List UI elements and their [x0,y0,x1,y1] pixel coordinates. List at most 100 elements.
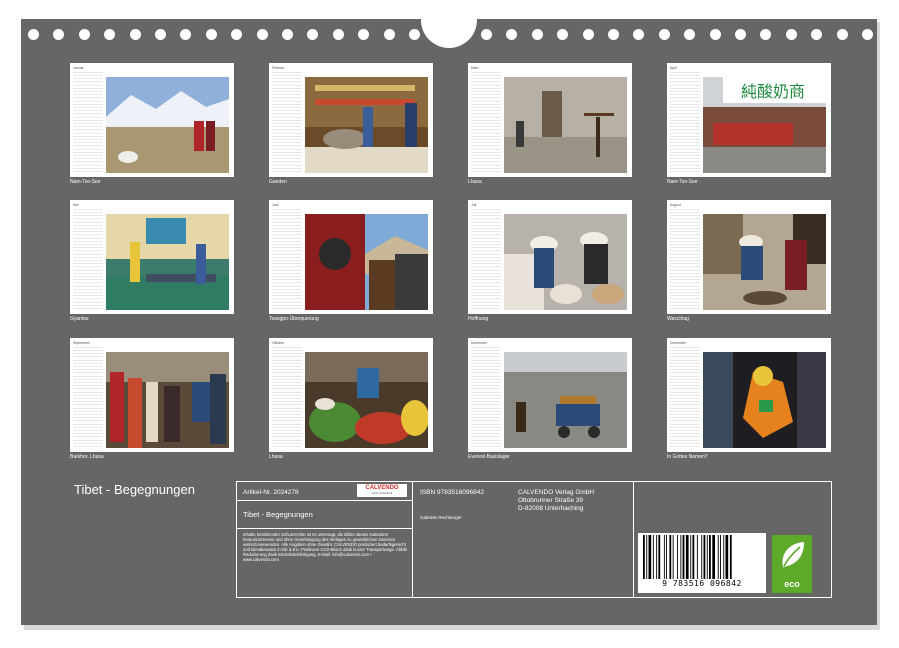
month-name: September [73,341,91,345]
month-photo [305,214,428,310]
month-caption: Waschtag [667,316,690,322]
publisher-name: CALVENDO Verlag GmbH [518,489,595,496]
day-lines [471,72,501,172]
month-name: Juli [471,203,477,207]
month-caption: Lhasa [468,179,482,185]
binding-hole [608,29,619,40]
month-name: Januar [73,66,84,70]
svg-text:純酸奶商: 純酸奶商 [741,82,805,101]
month-photo [504,77,627,173]
binding-hole [180,29,192,40]
info-divider-1 [236,500,413,501]
binding-hole [78,29,90,40]
month-caption: In Gottes Namen? [667,454,708,460]
month-name: August [670,203,681,207]
month-name: Dezember [670,341,687,345]
month-page: Juli [468,200,632,314]
calvendo-logo: CALVENDO Jetzt individuell [357,484,407,497]
month-page: Dezember [667,338,831,452]
month-name: März [471,66,479,70]
month-photo: 純酸奶商 [703,77,826,173]
month-photo [504,214,627,310]
publisher-street: Ottobrunner Straße 39 [518,497,584,504]
binding-hole [282,29,293,40]
month-caption: Ganden [269,179,287,185]
month-caption: Hoffnung [468,316,489,322]
binding-hole [332,29,344,40]
binding-hole [53,29,65,40]
month-photo [106,77,229,173]
binding-hole [155,29,166,40]
binding-hole [506,29,518,40]
barcode: 9 783516 096842 [638,533,766,593]
day-lines [272,72,302,172]
article-number: Artikel-Nr. 2024278 [243,489,299,496]
binding-hole [231,29,243,40]
month-page: August [667,200,831,314]
day-lines [670,347,700,447]
author: Gabriele Rechberger [420,515,462,520]
month-caption: Nam-Tso-See [667,179,698,185]
binding-hole [862,29,873,40]
month-photo [106,214,229,310]
month-page: April 純酸奶商 [667,63,831,177]
day-lines [670,209,700,309]
month-name: April [670,66,678,70]
binding-hole [256,29,268,40]
binding-hole [531,29,543,40]
month-caption: Nam-Tso-See [70,179,101,185]
month-name: Oktober [272,341,285,345]
binding-hole [836,29,848,40]
binding-hole [481,29,492,40]
publisher-city: D-82008 Unterhaching [518,505,584,512]
month-page: Februar [269,63,433,177]
month-page: Januar [70,63,234,177]
eco-label: eco [784,579,800,589]
binding-hole [104,29,116,40]
day-lines [471,209,501,309]
binding-hole [633,29,645,40]
month-name: Juni [272,203,279,207]
month-photo [703,214,826,310]
month-page: November [468,338,632,452]
month-caption: Tsangpo-Überquerung [269,316,319,322]
calendar-title: Tibet - Begegnungen [74,482,195,497]
leaf-icon [782,542,804,567]
day-lines [272,209,302,309]
month-photo [703,352,826,448]
month-name: Februar [272,66,285,70]
month-caption: Everest-Basislager [468,454,510,460]
binding-hole [205,29,217,40]
month-name: November [471,341,488,345]
day-lines [670,72,700,172]
month-page: März [468,63,632,177]
month-page: September [70,338,234,452]
binding-hole [760,29,772,40]
month-caption: Lhasa [269,454,283,460]
isbn: ISBN 9783516096842 [420,489,484,496]
month-page: Oktober [269,338,433,452]
month-caption: Gyantse [70,316,89,322]
eco-badge: eco [772,535,812,593]
binding-hole [358,29,370,40]
legal-text: Inhalte bestehender Schutzrechte ist es … [243,532,408,562]
month-photo [305,352,428,448]
binding-hole [735,29,746,40]
day-lines [73,72,103,172]
binding-hole [383,29,395,40]
day-lines [73,209,103,309]
binding-hole [709,29,721,40]
day-lines [471,347,501,447]
hanger-notch [421,18,477,48]
info-divider-2 [236,528,413,529]
month-photo [504,352,627,448]
binding-hole [409,29,420,40]
month-name: Mai [73,203,79,207]
month-photo [305,77,428,173]
binding-hole [684,29,696,40]
barcode-digits: 9 783516 096842 [662,579,742,588]
binding-hole [785,29,797,40]
binding-hole [307,29,319,40]
binding-hole [28,29,39,40]
month-photo [106,352,229,448]
